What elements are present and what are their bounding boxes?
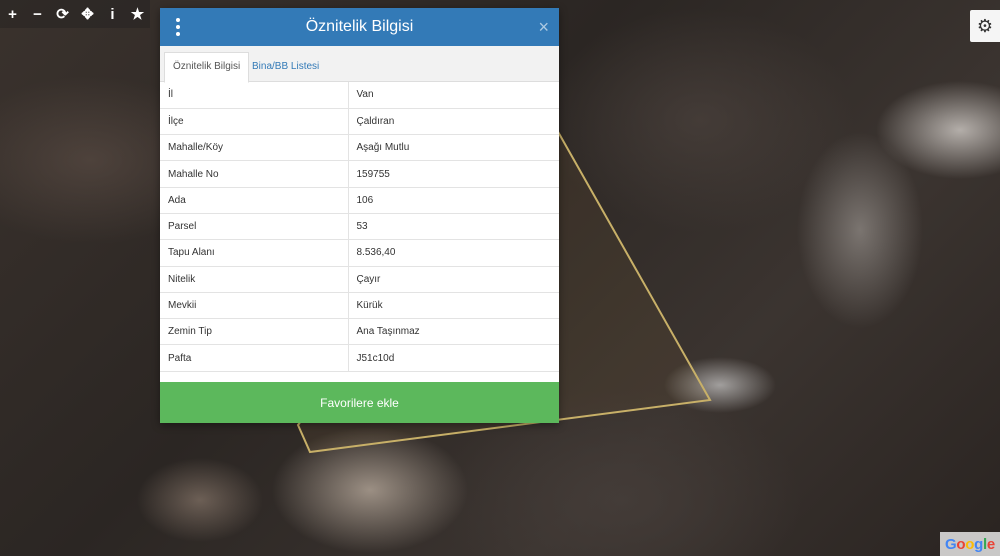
map-toolbar: + − ⟳ ✥ i ★ — [0, 0, 150, 28]
zoom-out-icon[interactable]: − — [25, 0, 50, 28]
table-row: Mahalle No 159755 — [160, 160, 559, 188]
close-icon[interactable]: × — [538, 8, 549, 46]
row-value: Çaldıran — [348, 108, 559, 136]
row-key: İlçe — [160, 108, 349, 136]
gear-icon: ⚙ — [976, 15, 994, 36]
row-key: Nitelik — [160, 266, 349, 293]
row-value: J51c10d — [348, 344, 559, 372]
row-value: 106 — [348, 187, 559, 214]
google-logo: Google — [940, 532, 1000, 556]
row-key: Pafta — [160, 344, 349, 372]
favorite-star-icon[interactable]: ★ — [125, 0, 150, 28]
row-key: Ada — [160, 187, 349, 214]
row-key: Mahalle/Köy — [160, 134, 349, 162]
info-icon[interactable]: i — [100, 0, 125, 28]
attribute-table: İl Van İlçe Çaldıran Mahalle/Köy Aşağı Mutl… — [160, 82, 559, 372]
row-value: Van — [348, 82, 559, 109]
table-row: İl Van — [160, 82, 559, 109]
row-key: İl — [160, 82, 349, 109]
attribute-info-panel: Öznitelik Bilgisi × Öznitelik Bilgisi Bi… — [160, 8, 559, 423]
table-row: Mahalle/Köy Aşağı Mutlu — [160, 134, 559, 162]
row-key: Tapu Alanı — [160, 239, 349, 267]
table-row: Mevkii Kürük — [160, 292, 559, 320]
row-value: Kürük — [348, 292, 559, 320]
row-value: 53 — [348, 213, 559, 241]
table-row: Zemin Tip Ana Taşınmaz — [160, 318, 559, 346]
row-value: Ana Taşınmaz — [348, 318, 559, 346]
panel-header: Öznitelik Bilgisi × — [160, 8, 559, 46]
row-key: Zemin Tip — [160, 318, 349, 346]
table-row: Ada 106 — [160, 187, 559, 214]
table-row: İlçe Çaldıran — [160, 108, 559, 136]
table-row: Tapu Alanı 8.536,40 — [160, 239, 559, 267]
row-value: 159755 — [348, 160, 559, 188]
row-value: Aşağı Mutlu — [348, 134, 559, 162]
row-value: Çayır — [348, 266, 559, 293]
refresh-icon[interactable]: ⟳ — [50, 0, 75, 28]
tab-building-list[interactable]: Bina/BB Listesi — [244, 53, 327, 81]
panel-title: Öznitelik Bilgisi — [305, 18, 414, 35]
row-key: Mahalle No — [160, 160, 349, 188]
zoom-in-icon[interactable]: + — [0, 0, 25, 28]
tab-attribute-info[interactable]: Öznitelik Bilgisi — [164, 52, 250, 83]
row-key: Parsel — [160, 213, 349, 241]
row-key: Mevkii — [160, 292, 349, 320]
table-row: Nitelik Çayır — [160, 266, 559, 293]
settings-button[interactable]: ⚙ — [970, 10, 1000, 42]
add-favorite-button[interactable]: Favorilere ekle — [160, 382, 559, 423]
table-row: Pafta J51c10d — [160, 344, 559, 372]
panel-tabs: Öznitelik Bilgisi Bina/BB Listesi — [160, 46, 559, 83]
locate-icon[interactable]: ✥ — [75, 0, 100, 28]
row-value: 8.536,40 — [348, 239, 559, 267]
table-row: Parsel 53 — [160, 213, 559, 241]
